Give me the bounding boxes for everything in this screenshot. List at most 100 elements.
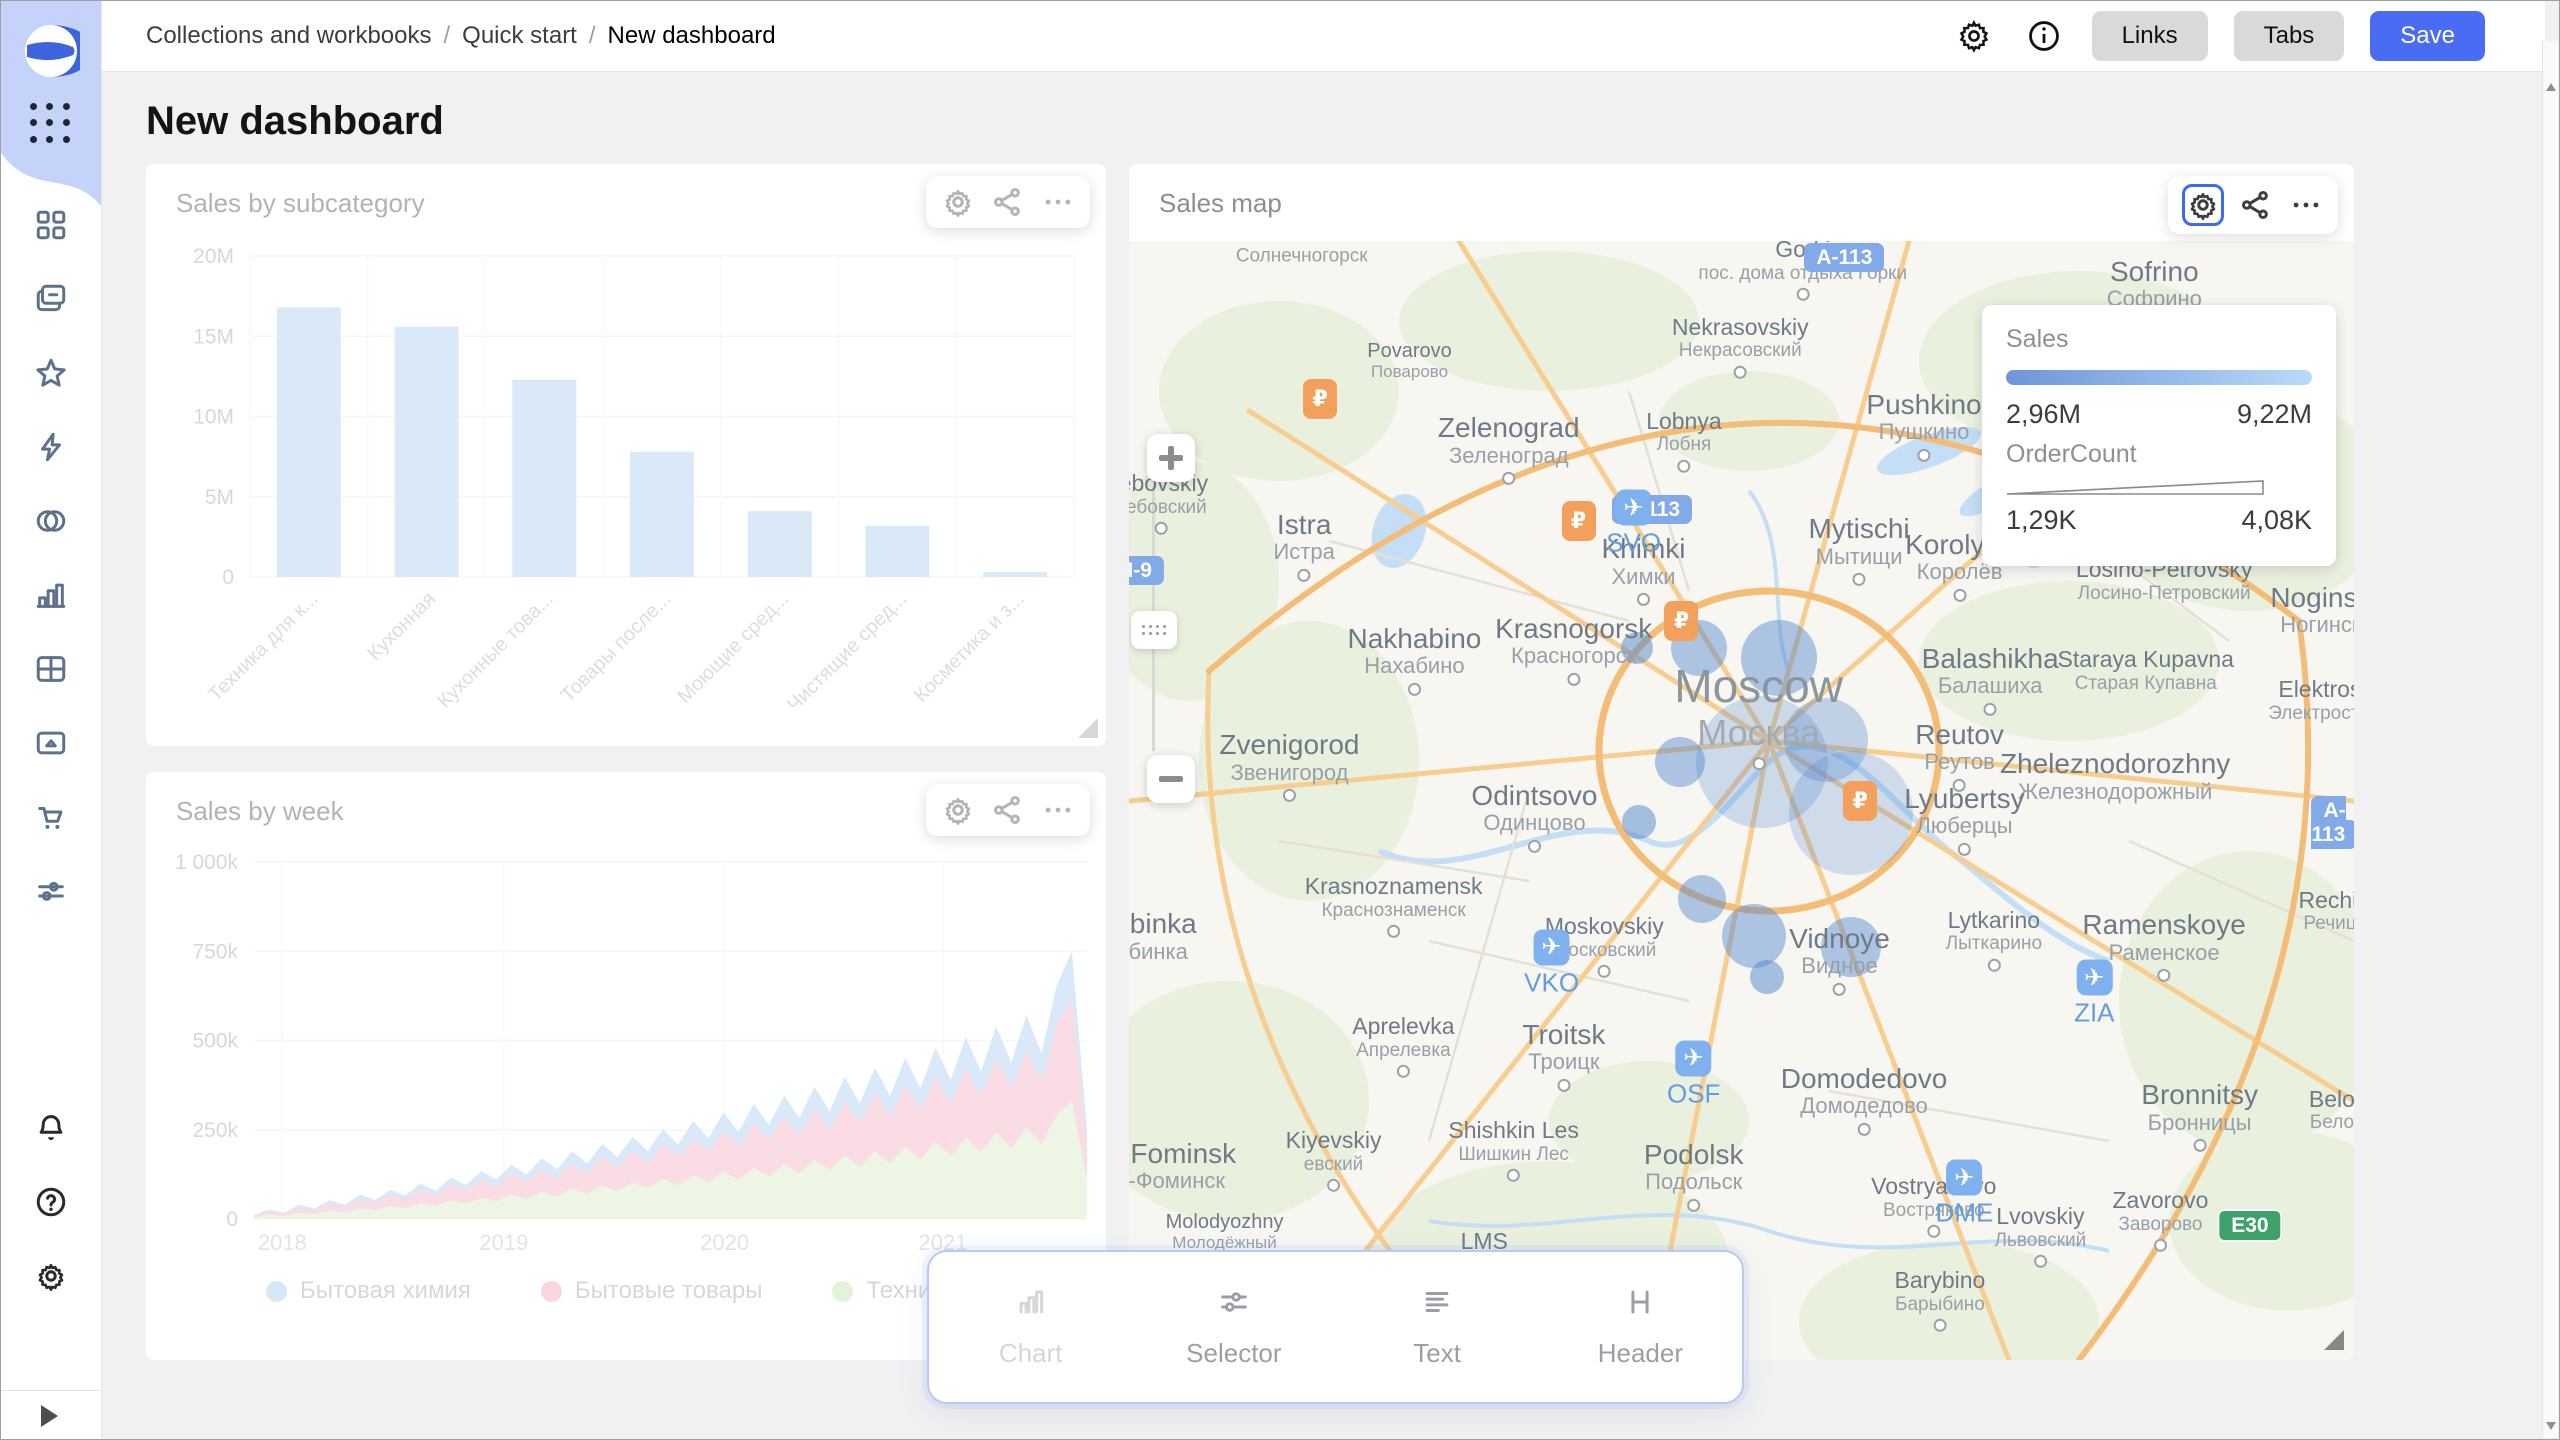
svg-text:500k: 500k (192, 1030, 238, 1053)
map-city-label: DomodedovoДомодедово (1781, 1062, 1948, 1135)
tabs-button[interactable]: Tabs (2234, 11, 2345, 61)
sidebar-item-favorites-icon[interactable] (32, 354, 70, 392)
sidebar-item-quick-actions-icon[interactable] (32, 428, 70, 466)
sidebar-settings-gear-icon[interactable] (32, 1257, 70, 1295)
breadcrumb-separator: / (589, 22, 596, 50)
widget-actions (926, 784, 1090, 836)
road-badge: E30 (2217, 1214, 2282, 1238)
scroll-up-arrow-icon[interactable] (2546, 83, 2556, 91)
map-legend-orders-label: OrderCount (2006, 440, 2312, 469)
svg-text:0: 0 (226, 1208, 238, 1231)
widget-sales-by-subcategory[interactable]: Sales by subcategory 05M10M15M20MТехника… (146, 164, 1106, 746)
map-city-label: BeloБело (2309, 1087, 2354, 1134)
resize-handle[interactable] (2324, 1330, 2344, 1350)
widget-links-icon[interactable] (990, 792, 1026, 828)
widget-settings-gear-icon[interactable] (940, 184, 976, 220)
map-zoom-slider-handle[interactable] (1131, 611, 1177, 649)
selector-icon (1217, 1285, 1251, 1324)
airplane-icon: ✈ (1676, 1040, 1712, 1076)
widget-settings-gear-icon[interactable] (940, 792, 976, 828)
scroll-down-arrow-icon[interactable] (2546, 1422, 2556, 1430)
widget-menu-ellipsis-icon[interactable] (1040, 792, 1076, 828)
bar-chart: 05M10M15M20MТехника для к...КухоннаяКухо… (146, 164, 1106, 746)
map-data-bubble[interactable] (1678, 875, 1726, 923)
map-city-label: MytischiМытищи (1809, 513, 1910, 586)
airport-badge: ✈VKO (1524, 929, 1579, 998)
sales-max-value: 9,22M (2237, 399, 2312, 430)
widget-sales-map[interactable]: Sales map (1129, 164, 2354, 1360)
legend-item[interactable]: Бытовые товары (541, 1277, 763, 1305)
datalens-logo[interactable] (22, 22, 80, 80)
sidebar-item-navigation-icon[interactable] (32, 206, 70, 244)
svg-text:2018: 2018 (258, 1230, 307, 1255)
settings-gear-icon[interactable] (1952, 14, 1996, 58)
sidebar-help-icon[interactable] (32, 1183, 70, 1221)
svg-text:Кухонные това...: Кухонные това... (433, 588, 557, 712)
widget-actions (926, 176, 1090, 228)
panel-item-label: Selector (1186, 1338, 1281, 1369)
sales-min-value: 2,96M (2006, 399, 2081, 430)
sidebar-item-marketplace-icon[interactable] (32, 798, 70, 836)
widget-title: Sales by subcategory (176, 188, 425, 219)
map-data-bubble[interactable] (1622, 805, 1656, 839)
map-city-label: ZvenigorodЗвенигород (1219, 729, 1359, 802)
widget-links-icon[interactable] (990, 184, 1026, 220)
svg-text:0: 0 (222, 566, 234, 589)
map-city-label: TroitskТроицк (1522, 1019, 1605, 1092)
map-city-label: KrasnogorskКрасногорск (1495, 613, 1652, 686)
save-button[interactable]: Save (2370, 11, 2485, 61)
apps-grid-icon[interactable] (30, 103, 72, 145)
breadcrumb-quick-start[interactable]: Quick start (462, 22, 577, 50)
sidebar-item-service-settings-icon[interactable] (32, 872, 70, 910)
svg-text:1 000k: 1 000k (175, 851, 239, 874)
map-city-label: ZelenogradЗеленоград (1438, 412, 1580, 485)
panel-add-selector-button[interactable]: Selector (1132, 1285, 1335, 1369)
sidebar-bottom-nav (1, 1109, 101, 1295)
sidebar-item-dashboards-icon[interactable] (32, 650, 70, 688)
legend-color-dot (266, 1281, 287, 1302)
svg-text:Товары после...: Товары после... (557, 588, 676, 707)
breadcrumb-collections[interactable]: Collections and workbooks (146, 22, 431, 50)
airplane-icon: ✈ (1534, 929, 1570, 965)
map-city-label: IstraИстра (1273, 509, 1334, 582)
map-city-label: Shishkin LesШишкин Лес (1448, 1118, 1578, 1182)
map-city-label: PushkinoПушкино (1866, 389, 1981, 462)
page-scrollbar[interactable] (2542, 41, 2558, 1438)
map-zoom-in-button[interactable] (1147, 434, 1195, 482)
svg-text:Кухонная: Кухонная (363, 588, 440, 665)
widget-links-icon[interactable] (2238, 187, 2274, 223)
orders-min-value: 1,29K (2006, 505, 2077, 536)
sidebar-expand-button[interactable] (1, 1390, 101, 1440)
info-icon[interactable] (2022, 14, 2066, 58)
map-legend-sales-label: Sales (2006, 325, 2312, 354)
road-badge: A-113 (2311, 799, 2354, 847)
svg-text:2020: 2020 (700, 1230, 749, 1255)
map-city-label: RechitsРечицы (2298, 888, 2354, 935)
orders-max-value: 4,08K (2241, 505, 2312, 536)
legend-item[interactable]: Бытовая химия (266, 1277, 471, 1305)
map-data-bubble[interactable] (1750, 960, 1784, 994)
map-city-label: PodolskПодольск (1644, 1139, 1744, 1212)
map-city-label: ReutovРеутов (1915, 719, 2004, 792)
map-zoom-out-button[interactable] (1147, 755, 1195, 803)
resize-handle[interactable] (1078, 718, 1098, 738)
widget-actions (2168, 176, 2338, 234)
widget-menu-ellipsis-icon[interactable] (2288, 187, 2324, 223)
map-city-label: PovarovoПоварово (1367, 340, 1452, 381)
panel-add-chart-button[interactable]: Chart (929, 1285, 1132, 1369)
sidebar-notifications-bell-icon[interactable] (32, 1109, 70, 1147)
toll-road-ruble-icon: ₽ (1562, 501, 1596, 541)
widget-menu-ellipsis-icon[interactable] (1040, 184, 1076, 220)
panel-add-header-button[interactable]: Header (1539, 1285, 1742, 1369)
map-area[interactable]: СолнечногорскGorkiпос. дома отдыха Горки… (1129, 241, 2354, 1360)
map-city-label: BalashikhaБалашиха (1922, 643, 2059, 716)
sidebar-item-connections-icon[interactable] (32, 502, 70, 540)
widget-settings-gear-icon[interactable] (2182, 184, 2224, 226)
links-button[interactable]: Links (2092, 11, 2208, 61)
map-data-bubble[interactable] (1722, 904, 1786, 968)
panel-add-text-button[interactable]: Text (1336, 1285, 1539, 1369)
road-badge: M-9 (1129, 559, 1164, 583)
sidebar-item-storage-icon[interactable] (32, 724, 70, 762)
sidebar-item-charts-icon[interactable] (32, 576, 70, 614)
sidebar-item-collections-icon[interactable] (32, 280, 70, 318)
